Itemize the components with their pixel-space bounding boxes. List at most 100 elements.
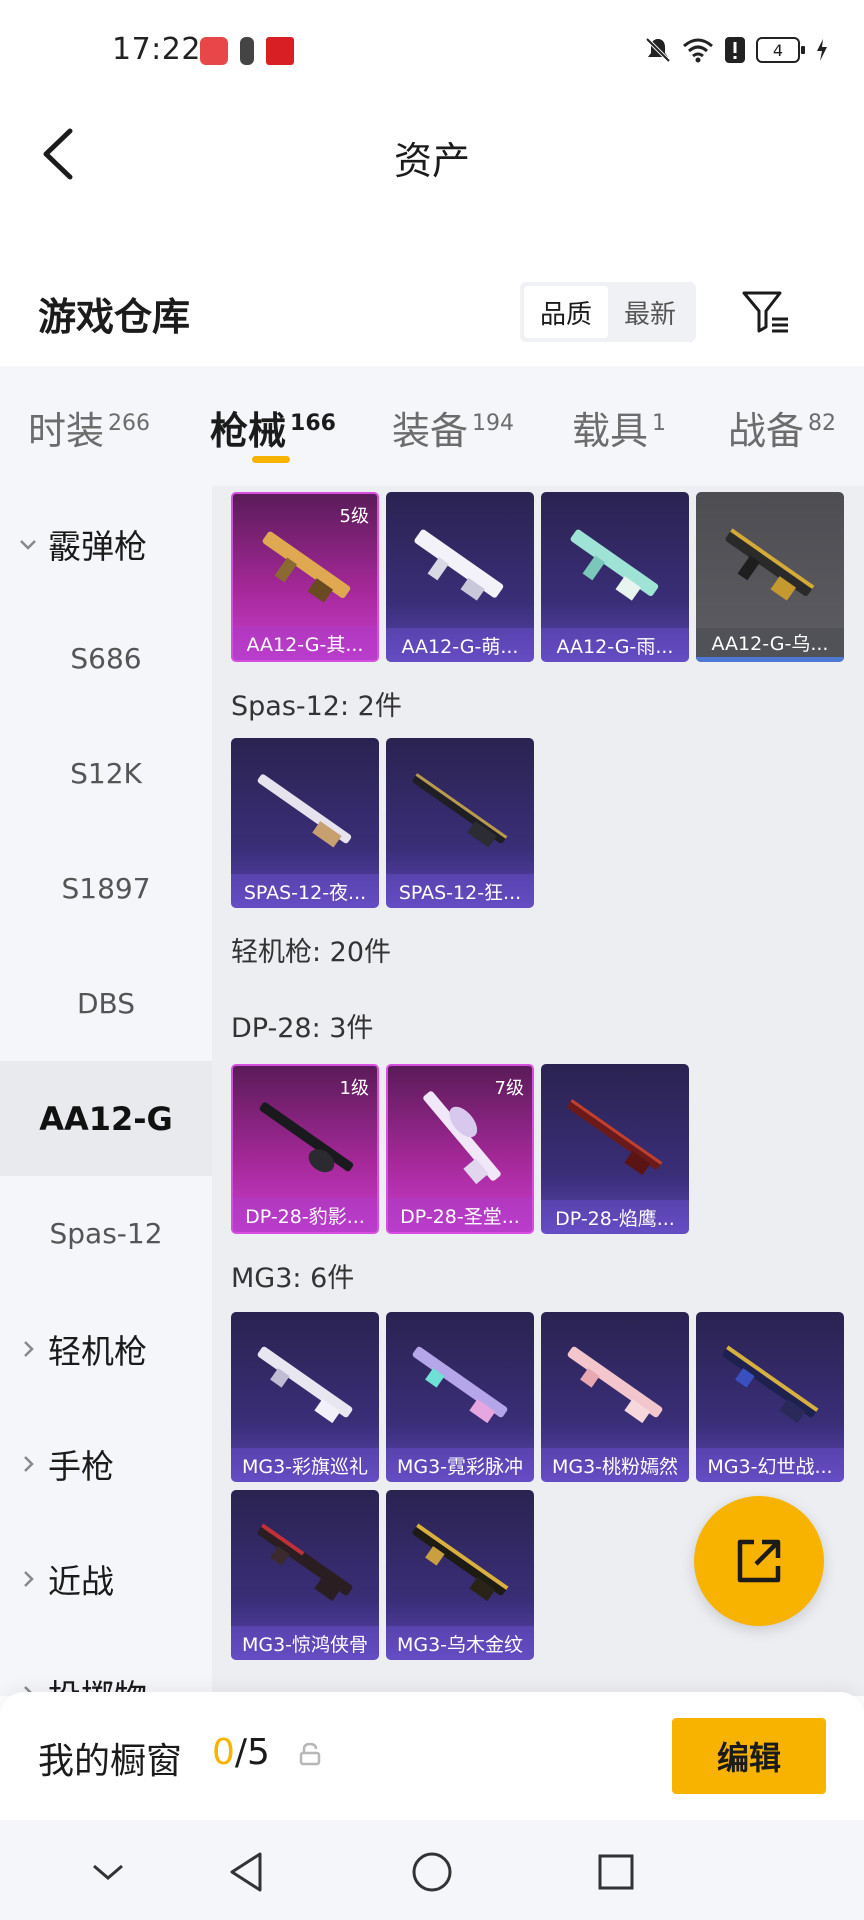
tab-vehicles[interactable]: 载具 1	[572, 400, 666, 455]
weapon-card[interactable]: MG3-桃粉嫣然	[541, 1312, 689, 1482]
sidebar-item-s1897[interactable]: S1897	[0, 831, 212, 946]
section-title-dp28: DP-28: 3件	[231, 1013, 374, 1044]
charging-icon	[817, 39, 827, 61]
card-name: SPAS-12-夜...	[231, 874, 379, 908]
warehouse-title: 游戏仓库	[38, 295, 191, 339]
machine-gun-icon	[259, 1102, 354, 1173]
weapon-card[interactable]: 7级 DP-28-圣堂...	[386, 1064, 534, 1234]
card-name: DP-28-焰鹰...	[541, 1200, 689, 1234]
filter-icon	[742, 291, 788, 333]
showcase-count: 0/5	[212, 1732, 270, 1773]
weapon-card[interactable]: 1级 DP-28-豹影...	[231, 1064, 379, 1234]
weapon-card[interactable]: MG3-惊鸿侠骨	[231, 1490, 379, 1660]
weapon-card[interactable]: AA12-G-雨...	[541, 492, 689, 662]
share-fab-button[interactable]	[694, 1496, 824, 1626]
sidebar-item-label: S1897	[61, 872, 151, 905]
weapon-card[interactable]: SPAS-12-夜...	[231, 738, 379, 908]
card-name: MG3-霓彩脉冲	[386, 1448, 534, 1482]
tab-equipment[interactable]: 装备 194	[392, 400, 514, 455]
nav-recents-button[interactable]	[586, 1842, 646, 1902]
sort-quality-option[interactable]: 品质	[524, 286, 608, 338]
sort-toggle: 品质 最新	[520, 282, 696, 342]
card-name: MG3-幻世战...	[696, 1448, 844, 1482]
tab-count: 194	[472, 411, 515, 437]
edit-showcase-button[interactable]: 编辑	[672, 1718, 826, 1794]
status-bar: 17:22 4	[0, 0, 864, 100]
warehouse-header: 游戏仓库 品质 最新	[0, 260, 864, 360]
chevron-right-icon	[24, 1455, 34, 1472]
weapon-card[interactable]: DP-28-焰鹰...	[541, 1064, 689, 1234]
tab-fashion[interactable]: 时装 266	[28, 400, 150, 455]
mute-bell-icon	[645, 37, 671, 63]
card-name: MG3-彩旗巡礼	[231, 1448, 379, 1482]
tab-count: 266	[108, 411, 151, 437]
nav-home-button[interactable]	[402, 1842, 462, 1902]
shotgun-icon	[257, 774, 352, 848]
card-name: AA12-G-其...	[233, 626, 377, 660]
card-name: MG3-桃粉嫣然	[541, 1448, 689, 1482]
nav-back-button[interactable]	[216, 1842, 276, 1902]
nav-collapse-button[interactable]	[78, 1842, 138, 1902]
wifi-icon	[683, 38, 713, 63]
lock-icon	[299, 1742, 321, 1766]
sidebar-item-s686[interactable]: S686	[0, 601, 212, 716]
tab-count: 82	[808, 411, 837, 437]
active-tab-indicator	[252, 456, 290, 463]
section-title-spas12: Spas-12: 2件	[231, 691, 402, 722]
tab-label: 枪械	[210, 409, 287, 453]
showcase-current: 0	[212, 1732, 235, 1773]
weapon-card[interactable]: AA12-G-萌...	[386, 492, 534, 662]
weapon-card[interactable]: AA12-G-乌...	[696, 492, 844, 662]
circle-home-icon	[412, 1852, 452, 1892]
weapon-card[interactable]: MG3-乌木金纹	[386, 1490, 534, 1660]
weapon-card[interactable]: MG3-彩旗巡礼	[231, 1312, 379, 1482]
card-name: AA12-G-萌...	[386, 628, 534, 662]
sidebar-item-dbs[interactable]: DBS	[0, 946, 212, 1061]
showcase-bar: 我的橱窗 0/5 编辑	[0, 1692, 864, 1820]
weapon-card[interactable]: 5级 AA12-G-其...	[231, 492, 379, 662]
tab-label: 战备	[728, 409, 805, 453]
sidebar-item-aa12g[interactable]: AA12-G	[0, 1061, 212, 1176]
weapon-card[interactable]: MG3-霓彩脉冲	[386, 1312, 534, 1482]
sidebar-item-lmg[interactable]: 轻机枪	[0, 1291, 212, 1406]
weapon-card[interactable]: MG3-幻世战...	[696, 1312, 844, 1482]
weapon-card[interactable]: SPAS-12-狂...	[386, 738, 534, 908]
shotgun-icon	[262, 531, 351, 603]
chevron-down-icon	[93, 1864, 123, 1880]
tab-count: 1	[652, 411, 667, 437]
showcase-label: 我的橱窗	[38, 1741, 183, 1782]
app-notification-icon	[200, 37, 228, 65]
sort-newest-option[interactable]: 最新	[608, 286, 692, 338]
tab-firearms[interactable]: 枪械 166	[210, 400, 336, 455]
sidebar-item-s12k[interactable]: S12K	[0, 716, 212, 831]
card-name: SPAS-12-狂...	[386, 874, 534, 908]
filter-button[interactable]	[736, 282, 796, 342]
machine-gun-icon	[412, 1523, 509, 1602]
battery-indicator: 4	[756, 37, 805, 63]
machine-gun-icon	[257, 1346, 353, 1424]
sidebar-item-label: S686	[70, 642, 142, 675]
sidebar-item-shotgun[interactable]: 霰弹枪	[0, 486, 212, 601]
title-bar: 资产	[0, 100, 864, 210]
machine-gun-icon	[257, 1523, 353, 1602]
status-right: 4	[644, 36, 828, 64]
page-title: 资产	[393, 139, 470, 183]
shotgun-icon	[414, 529, 504, 601]
showcase-total: /5	[234, 1732, 270, 1773]
tab-label: 时装	[28, 409, 105, 453]
section-title-lmg: 轻机枪: 20件	[231, 937, 392, 968]
weapon-type-sidebar[interactable]: 霰弹枪 S686 S12K S1897 DBS AA12-G Spas-12 轻…	[0, 486, 212, 1696]
tab-label: 载具	[572, 409, 649, 453]
sidebar-item-label: 轻机枪	[48, 1331, 147, 1371]
sidebar-item-throwable[interactable]: 投掷物	[0, 1636, 212, 1696]
app-notification-icon	[266, 37, 294, 65]
card-name: AA12-G-雨...	[541, 628, 689, 662]
sidebar-item-label: Spas-12	[49, 1217, 163, 1250]
tab-supplies[interactable]: 战备 82	[728, 400, 836, 455]
sidebar-item-melee[interactable]: 近战	[0, 1521, 212, 1636]
machine-gun-icon	[412, 1346, 508, 1424]
card-name: MG3-惊鸿侠骨	[231, 1626, 379, 1660]
sidebar-item-label: 近战	[48, 1561, 114, 1601]
sidebar-item-pistol[interactable]: 手枪	[0, 1406, 212, 1521]
sidebar-item-spas12[interactable]: Spas-12	[0, 1176, 212, 1291]
